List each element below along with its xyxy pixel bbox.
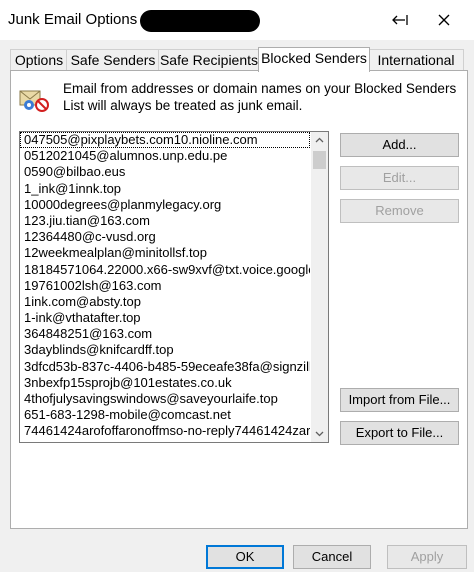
tab-safe-recipients[interactable]: Safe Recipients	[158, 49, 260, 71]
close-icon[interactable]	[430, 10, 458, 30]
blocked-sender-item[interactable]: 123.jiu.tian@163.com	[20, 213, 310, 229]
blocked-sender-item[interactable]: 88d98b0@post.cz	[20, 440, 310, 442]
blocked-sender-item[interactable]: 364848251@163.com	[20, 326, 310, 342]
blocked-sender-item[interactable]: 1-ink@vthatafter.top	[20, 310, 310, 326]
tab-strip: Options Safe Senders Safe Recipients Blo…	[10, 47, 470, 72]
collapse-icon[interactable]	[386, 10, 414, 30]
blocked-senders-list[interactable]: 047505@pixplaybets.com10.nioline.com 0512…	[19, 131, 329, 443]
blocked-sender-item[interactable]: 4thofjulysavingswindows@saveyourlaife.to…	[20, 391, 310, 407]
junk-mail-blocked-icon	[18, 83, 50, 115]
blocked-sender-item[interactable]: 1ink.com@absty.top	[20, 294, 310, 310]
scroll-up-icon[interactable]	[311, 132, 328, 149]
title-bar: Junk Email Options -	[0, 0, 474, 40]
ok-button[interactable]: OK	[206, 545, 284, 569]
blocked-sender-item[interactable]: 19761002lsh@163.com	[20, 278, 310, 294]
window-title: Junk Email Options -	[8, 11, 147, 28]
redaction-mark	[140, 10, 260, 32]
blocked-sender-item[interactable]: 1_ink@1innk.top	[20, 181, 310, 197]
import-from-file-button[interactable]: Import from File...	[340, 388, 459, 412]
blocked-sender-item[interactable]: 74461424arofoffaronoffmso-no-reply744614…	[20, 423, 310, 439]
blocked-sender-item[interactable]: 3nbexfp15sprojb@101estates.co.uk	[20, 375, 310, 391]
apply-button[interactable]: Apply	[387, 545, 467, 569]
list-scrollbar[interactable]	[311, 132, 328, 442]
scrollbar-thumb[interactable]	[313, 151, 326, 169]
blocked-sender-item[interactable]: 10000degrees@planmylegacy.org	[20, 197, 310, 213]
blocked-sender-item[interactable]: 0590@bilbao.eus	[20, 164, 310, 180]
blocked-senders-list-items: 047505@pixplaybets.com10.nioline.com 0512…	[20, 132, 310, 442]
blocked-sender-item[interactable]: 047505@pixplaybets.com10.nioline.com	[20, 132, 310, 149]
export-to-file-button[interactable]: Export to File...	[340, 421, 459, 445]
tab-options[interactable]: Options	[10, 49, 68, 71]
blocked-sender-item[interactable]: 3dfcd53b-837c-4406-b485-59eceafe38fa@sig…	[20, 359, 310, 375]
blocked-senders-description: Email from addresses or domain names on …	[63, 81, 457, 113]
add-button[interactable]: Add...	[340, 133, 459, 157]
remove-button[interactable]: Remove	[340, 199, 459, 223]
edit-button[interactable]: Edit...	[340, 166, 459, 190]
blocked-sender-item[interactable]: 18184571064.22000.x66-sw9xvf@txt.voice.g…	[20, 262, 310, 278]
cancel-button[interactable]: Cancel	[293, 545, 371, 569]
tab-international[interactable]: International	[368, 49, 464, 71]
tab-blocked-senders[interactable]: Blocked Senders	[258, 47, 370, 72]
tab-safe-senders[interactable]: Safe Senders	[66, 49, 160, 71]
blocked-sender-item[interactable]: 0512021045@alumnos.unp.edu.pe	[20, 148, 310, 164]
scroll-down-icon[interactable]	[311, 425, 328, 442]
blocked-sender-item[interactable]: 12weekmealplan@minitollsf.top	[20, 245, 310, 261]
blocked-senders-panel: Email from addresses or domain names on …	[10, 70, 468, 529]
blocked-sender-item[interactable]: 12364480@c-vusd.org	[20, 229, 310, 245]
blocked-sender-item[interactable]: 651-683-1298-mobile@comcast.net	[20, 407, 310, 423]
blocked-sender-item[interactable]: 3dayblinds@knifcardff.top	[20, 342, 310, 358]
